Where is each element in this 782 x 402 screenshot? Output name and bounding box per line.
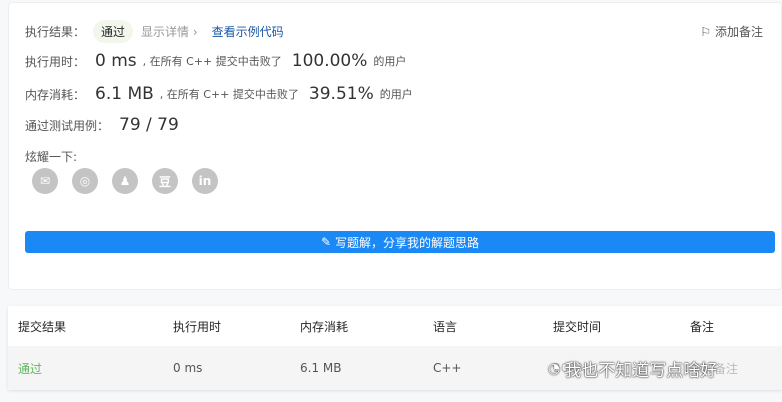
watermark-text: 我也不知道写点啥好 [564, 361, 718, 381]
memory-value: 6.1 MB [95, 84, 154, 104]
wechat-icon[interactable]: ✉ [32, 168, 58, 194]
runtime-percent: 100.00% [291, 51, 368, 71]
tests-row: 通过测试用例： 79 / 79 [25, 115, 185, 135]
cell-runtime: 0 ms [173, 361, 203, 375]
share-icons: ✉ ◎ ♟ 豆 in [32, 168, 218, 194]
memory-text: , 在所有 C++ 提交中击败了 [159, 88, 299, 101]
add-note-button[interactable]: ⚐ 添加备注 [700, 23, 763, 40]
memory-label: 内存消耗： [25, 87, 86, 102]
runtime-suffix: 的用户 [373, 55, 407, 68]
status-badge: 通过 [93, 20, 134, 43]
header-time: 提交时间 [553, 319, 602, 334]
memory-suffix: 的用户 [379, 88, 413, 101]
cell-result[interactable]: 通过 [8, 360, 163, 377]
share-label: 炫耀一下: [25, 150, 78, 164]
qq-icon[interactable]: ♟ [112, 168, 138, 194]
tests-label: 通过测试用例： [25, 118, 110, 133]
write-solution-label: 写题解，分享我的解题思路 [335, 235, 480, 250]
view-example-link[interactable]: 查看示例代码 [212, 23, 284, 40]
share-row: 炫耀一下: [25, 148, 77, 165]
show-details-link[interactable]: 显示详情 › [141, 23, 198, 40]
memory-row: 内存消耗： 6.1 MB , 在所有 C++ 提交中击败了 39.51% 的用户 [25, 84, 413, 104]
add-note-label: 添加备注 [714, 25, 763, 39]
weibo-icon[interactable]: ◎ [72, 168, 98, 194]
runtime-row: 执行用时： 0 ms , 在所有 C++ 提交中击败了 100.00% 的用户 [25, 51, 406, 71]
watermark: ◔ 我也不知道写点啥好 [548, 356, 718, 382]
write-solution-button[interactable]: ✎ 写题解，分享我的解题思路 [25, 231, 775, 253]
cell-language: C++ [433, 361, 462, 375]
header-result: 提交结果 [18, 319, 67, 334]
header-runtime: 执行用时 [173, 319, 222, 334]
result-row: 执行结果： 通过 显示详情 › 查看示例代码 [25, 20, 284, 43]
wechat-watermark-icon: ◔ [548, 360, 561, 377]
result-card: 执行结果： 通过 显示详情 › 查看示例代码 ⚐ 添加备注 执行用时： 0 ms… [8, 2, 782, 290]
douban-icon[interactable]: 豆 [152, 168, 178, 194]
pencil-icon: ✎ [320, 235, 332, 249]
tests-value: 79 / 79 [119, 115, 179, 135]
table-header: 提交结果 执行用时 内存消耗 语言 提交时间 备注 [8, 306, 782, 346]
runtime-text: , 在所有 C++ 提交中击败了 [142, 55, 282, 68]
runtime-label: 执行用时： [25, 54, 86, 69]
linkedin-icon[interactable]: in [192, 168, 218, 194]
header-language: 语言 [433, 319, 458, 334]
flag-icon: ⚐ [700, 24, 711, 39]
header-note: 备注 [690, 319, 715, 334]
runtime-value: 0 ms [95, 51, 137, 71]
cell-memory: 6.1 MB [300, 361, 342, 375]
memory-percent: 39.51% [308, 84, 374, 104]
header-memory: 内存消耗 [300, 319, 349, 334]
result-label: 执行结果： [25, 25, 86, 39]
